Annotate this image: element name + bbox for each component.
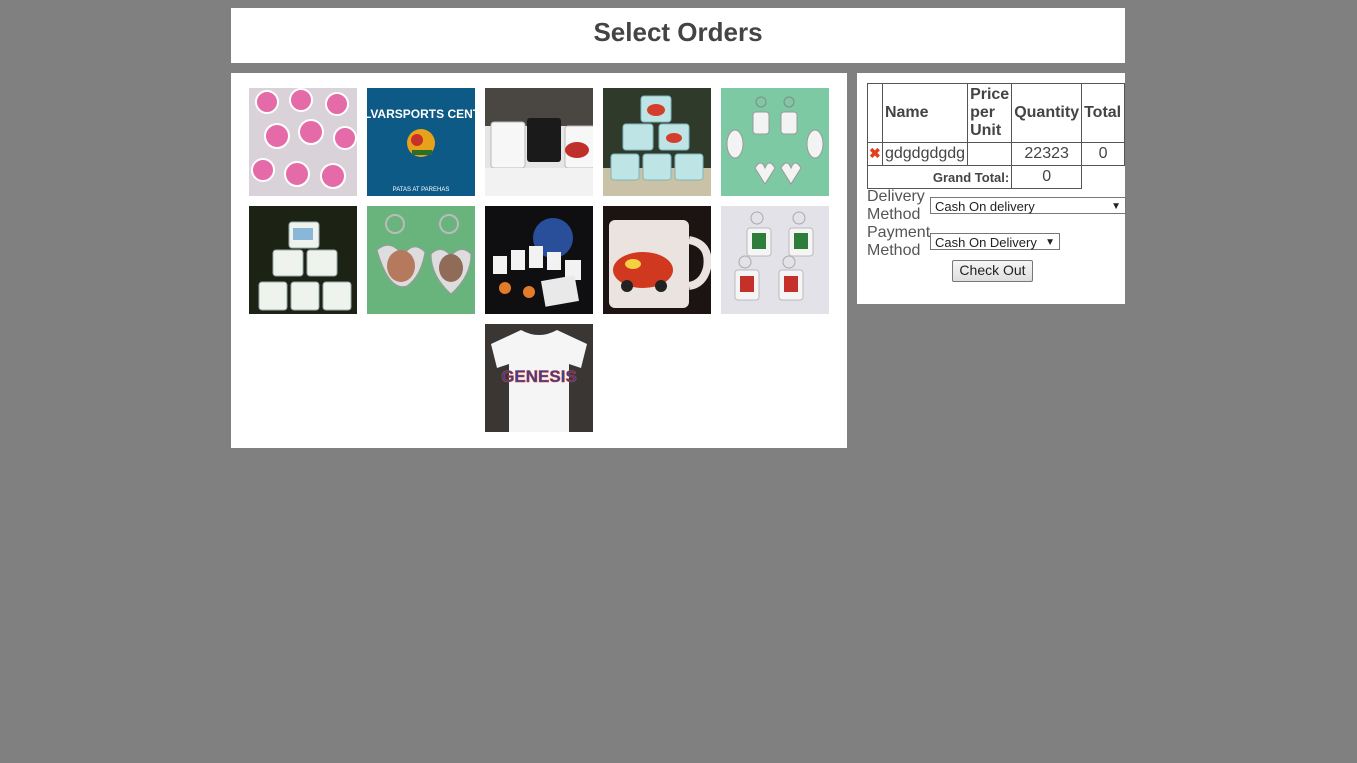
delete-icon[interactable]: ✖ [869, 145, 881, 161]
cart-table: Name Price per Unit Quantity Total ✖ gdg… [866, 83, 1125, 189]
product-gallery: MALVARSPORTS CENTER PATAS AT PAREHAS [231, 73, 847, 448]
quantity-column-header: Quantity [1011, 83, 1083, 143]
product-thumb-malvarsports[interactable]: MALVARSPORTS CENTER PATAS AT PAREHAS [367, 88, 475, 196]
cart-item-row: ✖ gdgdgdgdg 22323 0 [867, 142, 1125, 166]
payment-method-label: Payment Method [867, 224, 931, 259]
grand-total-spacer [1082, 166, 1125, 189]
malvarsports-shirt-image: MALVARSPORTS CENTER PATAS AT PAREHAS [367, 88, 475, 196]
grand-total-row: Grand Total: 0 [866, 165, 1125, 189]
product-thumb-heart-butterfly-keychains[interactable] [367, 206, 475, 314]
photo-keychains-image [721, 206, 829, 314]
cars-mug-image [603, 206, 711, 314]
grand-total-value: 0 [1011, 165, 1083, 189]
product-thumb-white-black-mugs[interactable] [485, 88, 593, 196]
delete-column-header [867, 83, 883, 143]
page-title: Select Orders [593, 17, 763, 47]
price-column-header: Price per Unit [967, 83, 1013, 143]
product-thumb-cars-mug[interactable] [603, 206, 711, 314]
mugs-pyramid-image [249, 206, 357, 314]
name-column-header: Name [881, 83, 969, 143]
genesis-text: GENESIS [501, 367, 577, 386]
product-thumb-photo-keychains[interactable] [721, 206, 829, 314]
product-thumb-genesis-tshirt[interactable]: GENESIS [485, 324, 593, 432]
heart-butterfly-keychains-image [367, 206, 475, 314]
header-panel: Select Orders [231, 8, 1125, 63]
total-column-header: Total [1081, 83, 1125, 143]
delivery-method-select[interactable]: Cash On delivery ▼ [930, 197, 1126, 214]
genesis-tshirt-image: GENESIS [485, 324, 593, 432]
white-black-mugs-image [485, 88, 593, 196]
stacked-mugs-image [603, 88, 711, 196]
item-name: gdgdgdgdg [881, 142, 969, 166]
delete-cell: ✖ [867, 142, 883, 166]
payment-method-value: Cash On Delivery [935, 235, 1037, 250]
cart-header-row: Name Price per Unit Quantity Total [867, 83, 1125, 143]
product-thumb-stacked-mugs[interactable] [603, 88, 711, 196]
assorted-souvenirs-image [485, 206, 593, 314]
delivery-method-value: Cash On delivery [935, 199, 1035, 214]
item-total: 0 [1081, 142, 1125, 166]
product-thumb-assorted-souvenirs[interactable] [485, 206, 593, 314]
item-price [967, 142, 1013, 166]
keychains-pink-image [249, 88, 357, 196]
chevron-down-icon: ▼ [1045, 237, 1055, 248]
malvarsports-text: MALVARSPORTS CENTER [367, 107, 475, 121]
product-thumb-keychains-green[interactable] [721, 88, 829, 196]
grand-total-label: Grand Total: [866, 165, 1013, 189]
product-thumb-mugs-pyramid[interactable] [249, 206, 357, 314]
product-thumb-keychains-pink[interactable] [249, 88, 357, 196]
shirt-small-text: PATAS AT PAREHAS [393, 187, 450, 193]
item-quantity[interactable]: 22323 [1011, 142, 1083, 166]
chevron-down-icon: ▼ [1111, 201, 1121, 212]
delivery-method-label: Delivery Method [867, 188, 925, 223]
payment-method-select[interactable]: Cash On Delivery ▼ [930, 233, 1060, 250]
keychains-green-image [721, 88, 829, 196]
cart-panel: Name Price per Unit Quantity Total ✖ gdg… [857, 73, 1126, 304]
checkout-button[interactable]: Check Out [952, 260, 1033, 282]
